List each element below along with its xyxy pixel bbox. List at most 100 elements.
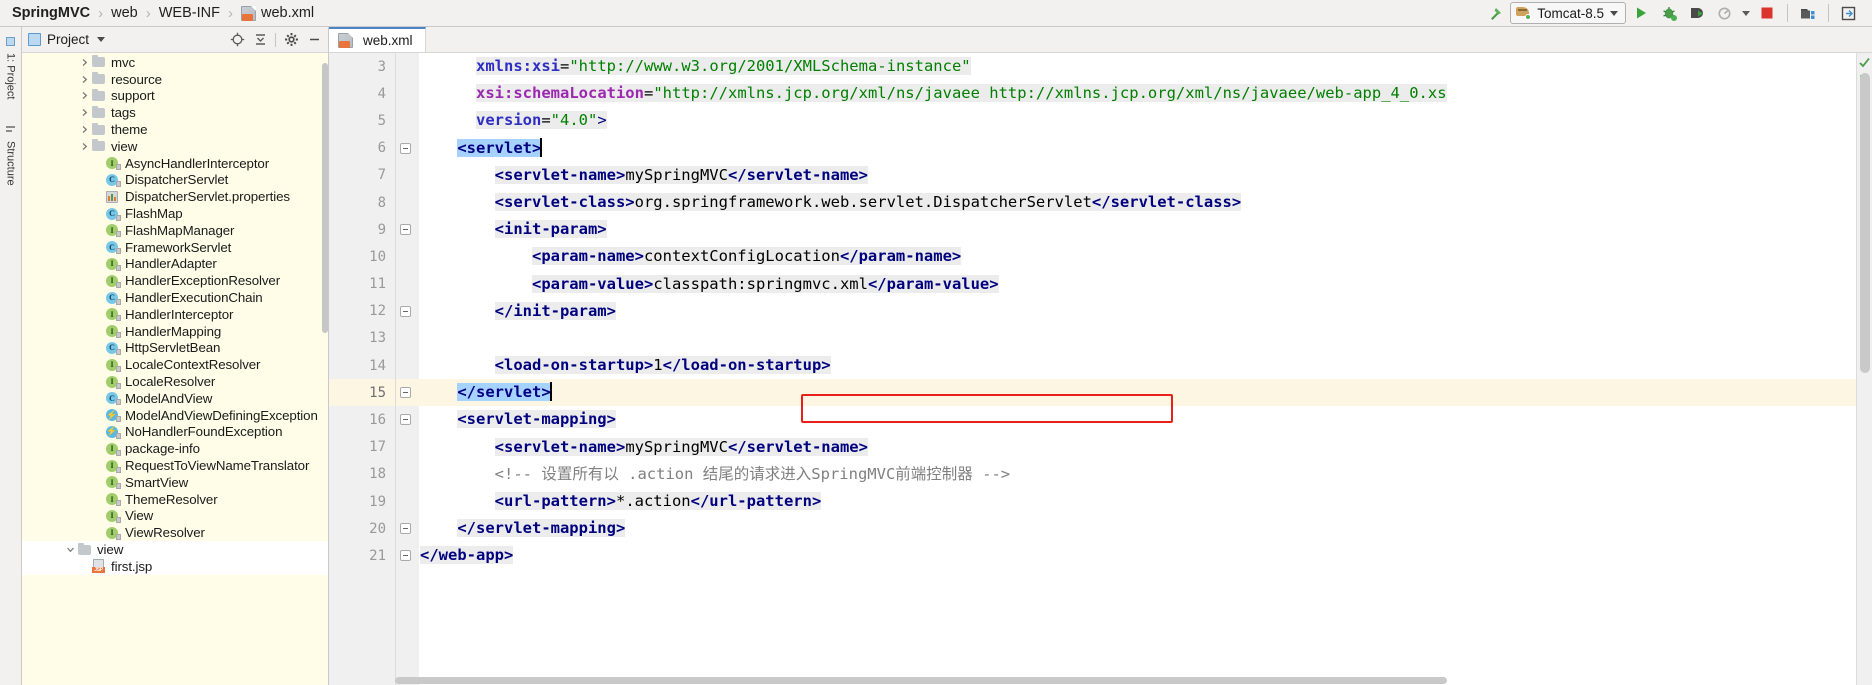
chevron-down-icon[interactable] bbox=[64, 545, 77, 554]
editor-vertical-scrollbar[interactable] bbox=[1860, 73, 1870, 373]
profile-dropdown-icon[interactable] bbox=[1740, 2, 1752, 24]
tree-item[interactable]: I HandlerMapping bbox=[22, 323, 328, 340]
collapse-all-icon[interactable] bbox=[250, 30, 270, 50]
sidebar-item-structure[interactable]: Structure bbox=[2, 119, 20, 192]
tree-item[interactable]: I LocaleContextResolver bbox=[22, 356, 328, 373]
line-number[interactable]: 8 bbox=[329, 189, 395, 216]
code-line[interactable]: version="4.0"> bbox=[419, 107, 1856, 134]
code-line[interactable]: xmlns:xsi="http://www.w3.org/2001/XMLSch… bbox=[419, 53, 1856, 80]
code-line[interactable]: <load-on-startup>1</load-on-startup> bbox=[419, 352, 1856, 379]
tree-item[interactable]: I HandlerExceptionResolver bbox=[22, 272, 328, 289]
tree-item[interactable]: I FlashMapManager bbox=[22, 222, 328, 239]
code-line[interactable]: xsi:schemaLocation="http://xmlns.jcp.org… bbox=[419, 80, 1856, 107]
hide-panel-icon[interactable] bbox=[304, 30, 324, 50]
chevron-right-icon[interactable] bbox=[78, 125, 91, 134]
line-number[interactable]: 12 bbox=[329, 298, 395, 325]
line-number-gutter[interactable]: 3 4 5 6 7 8 9 10 11 12 13 14 15 16 17 18 19 20 21 bbox=[329, 53, 395, 685]
fold-toggle-icon[interactable] bbox=[400, 550, 411, 562]
run-configuration-selector[interactable]: Tomcat-8.5 bbox=[1510, 2, 1626, 24]
line-number[interactable]: 13 bbox=[329, 325, 395, 352]
tree-item[interactable]: ⚡ NoHandlerFoundException bbox=[22, 424, 328, 441]
code-line[interactable] bbox=[419, 325, 1856, 352]
tree-item[interactable]: view bbox=[22, 138, 328, 155]
tree-item[interactable]: tags bbox=[22, 104, 328, 121]
line-number[interactable]: 19 bbox=[329, 488, 395, 515]
chevron-down-icon[interactable] bbox=[1610, 10, 1618, 16]
code-line[interactable]: </init-param> bbox=[419, 298, 1856, 325]
breadcrumb-item-springmvc[interactable]: SpringMVC bbox=[10, 5, 92, 21]
fold-toggle-icon[interactable] bbox=[400, 414, 411, 426]
code-line[interactable]: <servlet-name>mySpringMVC</servlet-name> bbox=[419, 162, 1856, 189]
line-number[interactable]: 9 bbox=[329, 216, 395, 243]
tree-item[interactable]: I ThemeResolver bbox=[22, 491, 328, 508]
update-app-icon[interactable] bbox=[1836, 2, 1862, 24]
tree-item[interactable]: I AsyncHandlerInterceptor bbox=[22, 155, 328, 172]
code-line[interactable]: <url-pattern>*.action</url-pattern> bbox=[419, 488, 1856, 515]
tree-item[interactable]: C FrameworkServlet bbox=[22, 239, 328, 256]
project-tree-scrollbar[interactable] bbox=[322, 63, 328, 333]
chevron-right-icon[interactable] bbox=[78, 108, 91, 117]
code-line[interactable]: <param-name>contextConfigLocation</param… bbox=[419, 243, 1856, 270]
tree-item[interactable]: resource bbox=[22, 71, 328, 88]
fold-toggle-icon[interactable] bbox=[400, 142, 411, 154]
line-number[interactable]: 18 bbox=[329, 461, 395, 488]
line-number[interactable]: 15 bbox=[329, 379, 395, 407]
tree-item[interactable]: view bbox=[22, 541, 328, 558]
chevron-right-icon[interactable] bbox=[78, 142, 91, 151]
tree-item[interactable]: JSP first.jsp bbox=[22, 557, 328, 575]
hammer-icon[interactable] bbox=[1482, 2, 1508, 24]
inspection-status-icon[interactable] bbox=[1859, 56, 1870, 68]
line-number[interactable]: 5 bbox=[329, 107, 395, 134]
tree-item[interactable]: Ipackage-info bbox=[22, 440, 328, 457]
editor-right-markers[interactable] bbox=[1856, 53, 1872, 685]
code-line[interactable]: <servlet-name>mySpringMVC</servlet-name> bbox=[419, 434, 1856, 461]
line-number[interactable]: 7 bbox=[329, 162, 395, 189]
code-line[interactable]: <!-- 设置所有以 .action 结尾的请求进入SpringMVC前端控制器… bbox=[419, 461, 1856, 488]
settings-gear-icon[interactable] bbox=[281, 30, 301, 50]
line-number[interactable]: 11 bbox=[329, 271, 395, 298]
locate-icon[interactable] bbox=[227, 30, 247, 50]
breadcrumb-item-web-xml[interactable]: web.xml bbox=[239, 5, 316, 21]
fold-toggle-icon[interactable] bbox=[400, 224, 411, 236]
tab-web-xml[interactable]: web.xml bbox=[329, 27, 426, 52]
tree-item[interactable]: I HandlerAdapter bbox=[22, 256, 328, 273]
project-view-selector[interactable]: Project bbox=[28, 32, 106, 47]
breadcrumb-item-web-inf[interactable]: WEB-INF bbox=[157, 5, 222, 21]
tree-item[interactable]: I LocaleResolver bbox=[22, 373, 328, 390]
run-with-coverage-icon[interactable] bbox=[1684, 2, 1710, 24]
editor-horizontal-scrollbar[interactable] bbox=[395, 675, 1856, 685]
tree-item[interactable]: C HandlerExecutionChain bbox=[22, 289, 328, 306]
line-number[interactable]: 3 bbox=[329, 53, 395, 80]
line-number[interactable]: 17 bbox=[329, 434, 395, 461]
tree-item[interactable]: support bbox=[22, 88, 328, 105]
code-line[interactable]: <param-value>classpath:springmvc.xml</pa… bbox=[419, 271, 1856, 298]
tree-item[interactable]: DispatcherServlet.properties bbox=[22, 188, 328, 205]
tree-item[interactable]: I ViewResolver bbox=[22, 524, 328, 541]
run-icon[interactable] bbox=[1628, 2, 1654, 24]
chevron-right-icon[interactable] bbox=[78, 75, 91, 84]
code-line[interactable]: </servlet-mapping> bbox=[419, 515, 1856, 542]
fold-gutter[interactable] bbox=[395, 53, 428, 685]
code-line[interactable]: </web-app> bbox=[419, 542, 1856, 569]
line-number[interactable]: 6 bbox=[329, 135, 395, 162]
fold-toggle-icon[interactable] bbox=[400, 305, 411, 317]
stop-icon[interactable] bbox=[1754, 2, 1780, 24]
line-number[interactable]: 10 bbox=[329, 243, 395, 270]
line-number[interactable]: 4 bbox=[329, 80, 395, 107]
line-number[interactable]: 16 bbox=[329, 406, 395, 433]
code-line[interactable]: <servlet> bbox=[419, 135, 1856, 162]
project-tree[interactable]: mvc resource support tags theme view I AsyncHan… bbox=[22, 53, 328, 685]
code-line[interactable]: <servlet-class>org.springframework.web.s… bbox=[419, 189, 1856, 216]
code-line[interactable]: <init-param> bbox=[419, 216, 1856, 243]
tree-item[interactable]: I SmartView bbox=[22, 474, 328, 491]
profile-icon[interactable] bbox=[1712, 2, 1738, 24]
tree-item[interactable]: C DispatcherServlet bbox=[22, 172, 328, 189]
tree-item[interactable]: I RequestToViewNameTranslator bbox=[22, 457, 328, 474]
tree-item[interactable]: ⚡ ModelAndViewDefiningException bbox=[22, 407, 328, 424]
line-number[interactable]: 20 bbox=[329, 515, 395, 542]
debug-icon[interactable] bbox=[1656, 2, 1682, 24]
tree-item[interactable]: I HandlerInterceptor bbox=[22, 306, 328, 323]
chevron-right-icon[interactable] bbox=[78, 91, 91, 100]
chevron-down-icon[interactable] bbox=[97, 37, 106, 42]
fold-toggle-icon[interactable] bbox=[400, 523, 411, 535]
